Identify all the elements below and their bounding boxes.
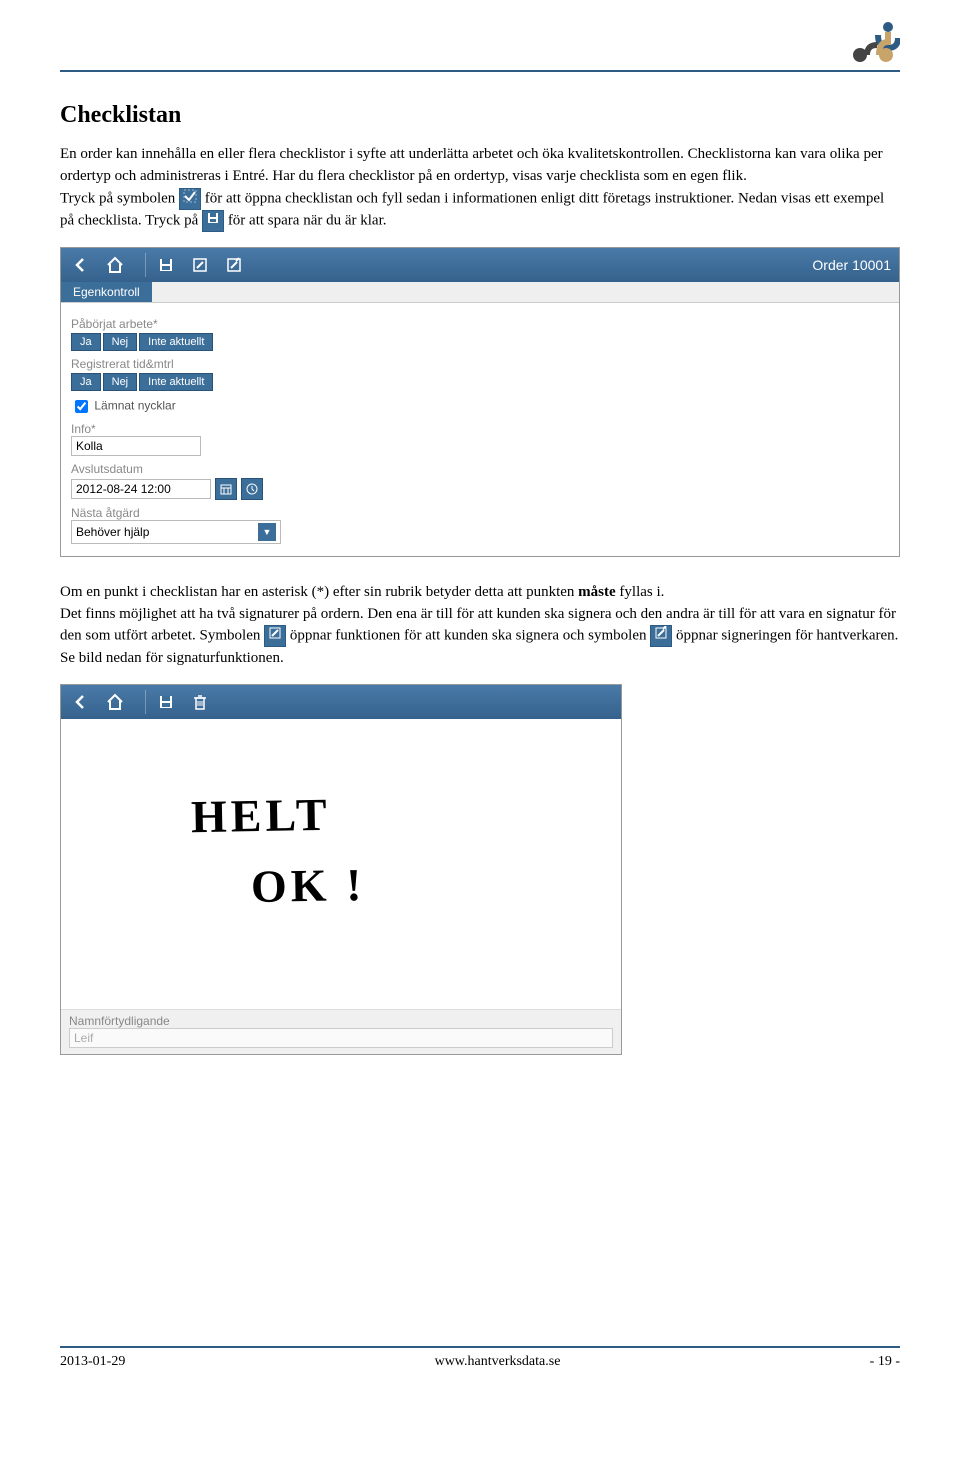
- sig-name-label: Namnförtydligande: [69, 1014, 613, 1028]
- field-label-enddate: Avslutsdatum: [71, 462, 889, 476]
- calendar-icon[interactable]: [215, 478, 237, 500]
- keys-label: Lämnat nycklar: [94, 399, 175, 413]
- home-icon[interactable]: [103, 690, 127, 714]
- save-icon: [202, 210, 224, 232]
- btn-no[interactable]: Nej: [103, 373, 138, 391]
- handwriting-line1: HELT: [191, 788, 332, 843]
- field-label-info: Info*: [71, 422, 889, 436]
- asterisk-text-b: måste: [578, 584, 616, 600]
- save-icon[interactable]: [154, 690, 178, 714]
- sign-customer-icon: [264, 625, 286, 647]
- app-toolbar: Order 10001: [61, 248, 899, 282]
- asterisk-paragraph: Om en punkt i checklistan har en asteris…: [60, 582, 900, 669]
- field-label-next: Nästa åtgärd: [71, 506, 889, 520]
- btn-na[interactable]: Inte aktuellt: [139, 333, 213, 351]
- sig-toolbar: [61, 685, 621, 719]
- sign-worker-icon: [650, 625, 672, 647]
- field-label-registered: Registrerat tid&mtrl: [71, 357, 889, 371]
- date-row: [71, 478, 889, 500]
- field-label-started: Påbörjat arbete*: [71, 317, 889, 331]
- page-title: Checklistan: [60, 102, 900, 129]
- footer-page: - 19 -: [870, 1354, 900, 1370]
- footer-rule: [60, 1346, 900, 1348]
- form-body: Påbörjat arbete* JaNejInte aktuellt Regi…: [61, 303, 899, 556]
- sig-text-b: öppnar funktionen för att kunden ska sig…: [290, 628, 650, 644]
- clock-icon[interactable]: [241, 478, 263, 500]
- asterisk-text-c: fyllas i.: [616, 584, 665, 600]
- asterisk-text-a: Om en punkt i checklistan har en asteris…: [60, 584, 578, 600]
- intro-text-d: för att spara när du är klar.: [228, 212, 387, 228]
- footer-url: www.hantverksdata.se: [435, 1354, 561, 1370]
- keys-checkbox[interactable]: [75, 400, 88, 413]
- toolbar-separator: [145, 253, 146, 277]
- brand-logo: [850, 20, 900, 65]
- btn-yes[interactable]: Ja: [71, 333, 101, 351]
- btn-na[interactable]: Inte aktuellt: [139, 373, 213, 391]
- date-input[interactable]: [71, 479, 211, 499]
- sign-customer-icon[interactable]: [188, 253, 212, 277]
- info-input[interactable]: [71, 436, 201, 456]
- intro-text-b: Tryck på symbolen: [60, 190, 179, 206]
- header-rule: [60, 70, 900, 72]
- registered-options: JaNejInte aktuellt: [71, 373, 889, 391]
- intro-text-a: En order kan innehålla en eller flera ch…: [60, 146, 883, 184]
- back-icon[interactable]: [69, 253, 93, 277]
- chevron-down-icon: ▼: [258, 523, 276, 541]
- signature-footer: Namnförtydligande: [61, 1010, 621, 1054]
- tab-bar: Egenkontroll: [61, 282, 899, 303]
- signature-canvas[interactable]: HELT OK !: [61, 719, 621, 1010]
- sig-name-input[interactable]: [69, 1028, 613, 1048]
- keys-checkbox-row: Lämnat nycklar: [71, 397, 889, 416]
- check-box-icon: [179, 188, 201, 210]
- btn-no[interactable]: Nej: [103, 333, 138, 351]
- sign-worker-icon[interactable]: [222, 253, 246, 277]
- started-options: JaNejInte aktuellt: [71, 333, 889, 351]
- order-number: Order 10001: [812, 257, 891, 273]
- home-icon[interactable]: [103, 253, 127, 277]
- back-icon[interactable]: [69, 690, 93, 714]
- checklist-screenshot: Order 10001 Egenkontroll Påbörjat arbete…: [60, 247, 900, 557]
- page-footer: 2013-01-29 www.hantverksdata.se - 19 -: [60, 1338, 900, 1370]
- next-action-select[interactable]: Behöver hjälp ▼: [71, 520, 281, 544]
- intro-paragraph: En order kan innehålla en eller flera ch…: [60, 144, 900, 232]
- save-icon[interactable]: [154, 253, 178, 277]
- signature-screenshot: HELT OK ! Namnförtydligande: [60, 684, 622, 1055]
- tab-egenkontroll[interactable]: Egenkontroll: [61, 282, 152, 302]
- toolbar-separator: [145, 690, 146, 714]
- btn-yes[interactable]: Ja: [71, 373, 101, 391]
- handwriting-line2: OK !: [251, 858, 366, 913]
- footer-date: 2013-01-29: [60, 1354, 125, 1370]
- next-action-value: Behöver hjälp: [76, 525, 149, 539]
- trash-icon[interactable]: [188, 690, 212, 714]
